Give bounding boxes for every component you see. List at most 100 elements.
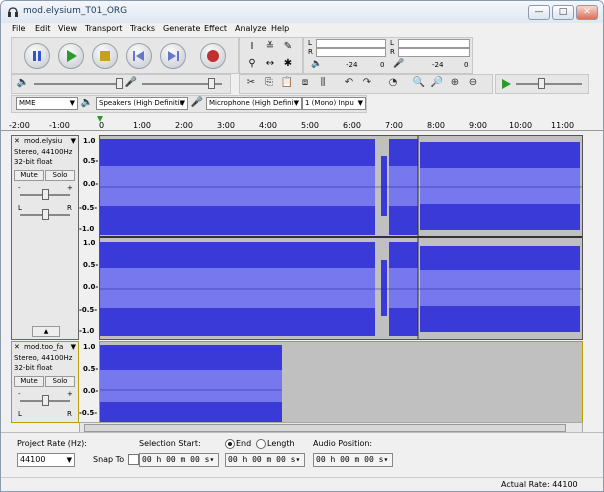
transport-toolbar [11,37,239,74]
track2-close-icon[interactable]: ✕ [14,342,20,352]
snap-to-checkbox[interactable] [128,454,139,465]
zoom-out-icon[interactable]: 🔎 [430,76,444,90]
track1-control-panel: ✕ mod.elysiu ▼ Stereo, 44100Hz 32-bit fl… [11,135,79,340]
sync-lock-icon[interactable]: ◔ [386,76,400,90]
end-radio[interactable] [225,439,235,449]
project-rate-label: Project Rate (Hz): [17,439,87,448]
selection-end-field[interactable]: 00 h 00 m 00 s▾ [225,453,305,467]
silence-icon[interactable]: ⫼ [316,76,330,90]
track1-mute-button[interactable]: Mute [14,170,44,181]
copy-icon[interactable]: ⎘ [262,76,276,90]
skip-start-button[interactable] [126,43,152,69]
menu-analyze[interactable]: Analyze [235,24,267,33]
play-meter-tick-24: -24 [346,61,358,69]
fit-selection-icon[interactable]: ⊕ [448,76,462,90]
minimize-button[interactable]: — [528,5,550,20]
input-volume-slider[interactable] [208,78,215,89]
menu-help[interactable]: Help [271,24,289,33]
timeline-ruler[interactable]: -2:00 -1:00 0 1:00 2:00 3:00 4:00 5:00 6… [1,114,603,131]
track2-gain-minus: - [18,390,21,398]
input-channels-select[interactable]: 1 (Mono) Inpu ▼ [302,97,366,110]
end-label: End [236,439,252,448]
pause-button[interactable] [24,43,50,69]
headphones-icon [8,7,18,17]
selection-start-field[interactable]: 00 h 00 m 00 s▾ [139,453,219,467]
output-device-select[interactable]: Speakers (High Definitio ▼ [96,97,188,110]
menu-tracks[interactable]: Tracks [130,24,155,33]
scale-label: -0.5- [79,204,98,212]
track1-menu-icon[interactable]: ▼ [71,136,76,146]
menu-edit[interactable]: Edit [35,24,51,33]
track2-menu-icon[interactable]: ▼ [71,342,76,352]
skip-end-button[interactable] [160,43,186,69]
ruler-tick: 3:00 [217,121,235,130]
draw-tool-icon[interactable]: ✎ [280,39,296,55]
menu-view[interactable]: View [58,24,77,33]
zoom-tool-icon[interactable]: ⚲ [244,56,260,72]
meter-play-left-label: L [308,39,312,47]
length-radio[interactable] [256,439,266,449]
speaker-meter-icon[interactable]: 🔈▾ [310,57,324,83]
track1-close-icon[interactable]: ✕ [14,136,20,146]
fit-project-icon[interactable]: ⊖ [466,76,480,90]
track2-name-bar[interactable]: ✕ mod.too_fa ▼ [12,342,78,352]
meter-play-right-label: R [308,48,313,56]
scale-label: -1.0 [79,225,95,233]
scale-label: 0.5- [83,261,99,269]
host-select[interactable]: MME ▼ [16,97,78,110]
project-rate-select[interactable]: 44100 ▼ [17,453,75,467]
play-meter-tick-0: 0 [380,61,385,69]
scale-label: 1.0 [83,137,96,145]
menu-effect[interactable]: Effect [204,24,227,33]
input-device-select[interactable]: Microphone (High Defini ▼ [206,97,302,110]
output-volume-slider[interactable] [116,78,123,89]
close-button[interactable]: ✕ [576,5,598,20]
pause-icon [33,51,41,61]
play-button[interactable] [58,43,84,69]
ruler-tick: -1:00 [49,121,70,130]
meter-rec-right-label: R [390,48,395,56]
track1-waveform-graphic [100,136,582,339]
play-icon [67,50,77,62]
track2-gain-slider[interactable] [42,395,49,406]
track1-pan-slider[interactable] [42,209,49,220]
scale-label: 0.0- [83,283,99,291]
zoom-in-icon[interactable]: 🔍 [412,76,426,90]
track1-solo-button[interactable]: Solo [45,170,75,181]
menu-generate[interactable]: Generate [163,24,200,33]
scale-label: 0.5- [83,157,99,165]
trim-icon[interactable]: ⧈ [298,76,312,90]
track2-waveform-graphic [100,342,582,422]
stop-button[interactable] [92,43,118,69]
window-title: mod.elysium_T01_ORG [23,6,128,16]
track1-waveform[interactable] [99,135,583,340]
undo-icon[interactable]: ↶ [342,76,356,90]
track1-gain-slider[interactable] [42,189,49,200]
track1-name-bar[interactable]: ✕ mod.elysiu ▼ [12,136,78,146]
cut-icon[interactable]: ✂ [244,76,258,90]
ruler-tick: 7:00 [385,121,403,130]
menu-transport[interactable]: Transport [85,24,123,33]
maximize-button[interactable]: □ [552,5,574,20]
scrollbar-thumb[interactable] [84,424,566,432]
redo-icon[interactable]: ↷ [360,76,374,90]
microphone-meter-icon[interactable]: 🎤▾ [392,57,406,83]
track2-waveform[interactable] [99,341,583,423]
play-at-speed-icon[interactable] [500,78,512,90]
paste-icon[interactable]: 📋 [280,76,294,90]
menu-file[interactable]: File [12,24,25,33]
record-button[interactable] [200,43,226,69]
timeshift-tool-icon[interactable]: ↔ [262,56,278,72]
ruler-tick: 4:00 [259,121,277,130]
multi-tool-icon[interactable]: ✱ [280,56,296,72]
speed-slider[interactable] [538,78,545,89]
track2-solo-button[interactable]: Solo [45,376,75,387]
selection-tool-icon[interactable]: I [244,39,260,55]
audio-position-field[interactable]: 00 h 00 m 00 s▾ [313,453,393,467]
track1-collapse-button[interactable]: ▲ [32,326,60,337]
record-meter-left [398,39,470,48]
envelope-tool-icon[interactable]: ≚ [262,39,278,55]
scale-label: 1.0 [83,239,96,247]
track2-format: Stereo, 44100Hz [14,354,73,362]
track2-mute-button[interactable]: Mute [14,376,44,387]
